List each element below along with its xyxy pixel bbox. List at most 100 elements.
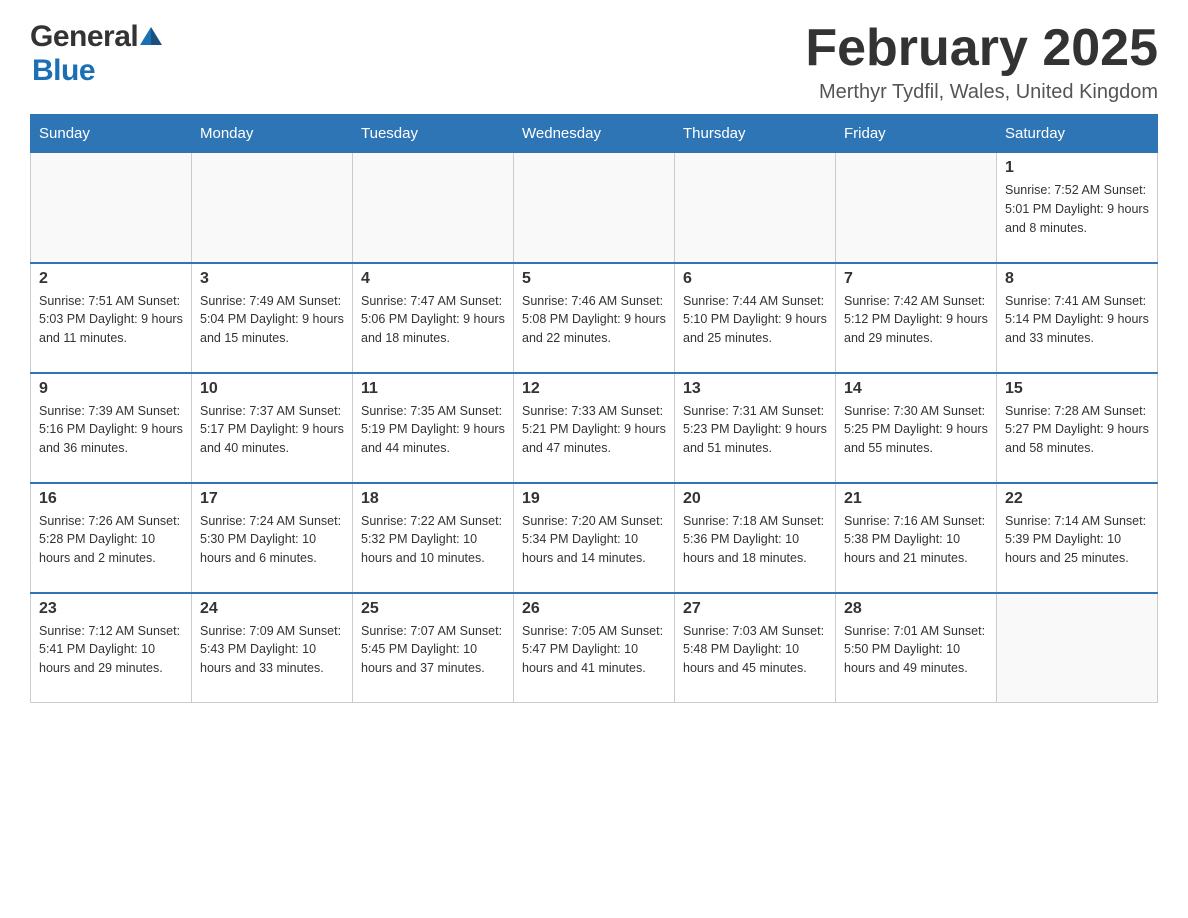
day-header-sunday: Sunday [31, 115, 192, 153]
day-number: 27 [683, 600, 827, 618]
calendar-cell: 14 Sunrise: 7:30 AM Sunset: 5:25 PM Dayli… [836, 373, 997, 483]
day-number: 16 [39, 490, 183, 508]
day-info: Sunrise: 7:39 AM Sunset: 5:16 PM Dayligh… [39, 402, 183, 458]
day-info: Sunrise: 7:01 AM Sunset: 5:50 PM Dayligh… [844, 622, 988, 678]
calendar-cell: 18 Sunrise: 7:22 AM Sunset: 5:32 PM Dayli… [353, 483, 514, 593]
logo-arrows [140, 29, 162, 45]
day-number: 25 [361, 600, 505, 618]
calendar-cell: 19Sunrise: 7:20 AM Sunset: 5:34 PM Dayli… [514, 483, 675, 593]
day-number: 20 [683, 490, 827, 508]
calendar-week-row: 1 Sunrise: 7:52 AM Sunset: 5:01 PM Daylig… [31, 153, 1158, 263]
calendar-cell [31, 153, 192, 263]
day-number: 24 [200, 600, 344, 618]
logo-arrow-dark [151, 27, 162, 45]
calendar-cell: 17 Sunrise: 7:24 AM Sunset: 5:30 PM Dayli… [192, 483, 353, 593]
calendar-cell [997, 593, 1158, 703]
day-number: 11 [361, 380, 505, 398]
day-info: Sunrise: 7:51 AM Sunset: 5:03 PM Dayligh… [39, 292, 183, 348]
day-number: 23 [39, 600, 183, 618]
day-info: Sunrise: 7:26 AM Sunset: 5:28 PM Dayligh… [39, 512, 183, 568]
day-number: 21 [844, 490, 988, 508]
calendar-cell [514, 153, 675, 263]
calendar-cell: 22Sunrise: 7:14 AM Sunset: 5:39 PM Dayli… [997, 483, 1158, 593]
day-number: 5 [522, 270, 666, 288]
calendar-cell: 5 Sunrise: 7:46 AM Sunset: 5:08 PM Daylig… [514, 263, 675, 373]
calendar-cell: 23 Sunrise: 7:12 AM Sunset: 5:41 PM Dayli… [31, 593, 192, 703]
logo: General Blue [30, 20, 162, 88]
day-header-tuesday: Tuesday [353, 115, 514, 153]
day-info: Sunrise: 7:37 AM Sunset: 5:17 PM Dayligh… [200, 402, 344, 458]
calendar-cell: 6 Sunrise: 7:44 AM Sunset: 5:10 PM Daylig… [675, 263, 836, 373]
calendar-cell: 12 Sunrise: 7:33 AM Sunset: 5:21 PM Dayli… [514, 373, 675, 483]
calendar-cell [836, 153, 997, 263]
day-number: 6 [683, 270, 827, 288]
calendar-cell: 1 Sunrise: 7:52 AM Sunset: 5:01 PM Daylig… [997, 153, 1158, 263]
day-info: Sunrise: 7:03 AM Sunset: 5:48 PM Dayligh… [683, 622, 827, 678]
calendar-cell: 10Sunrise: 7:37 AM Sunset: 5:17 PM Dayli… [192, 373, 353, 483]
day-info: Sunrise: 7:35 AM Sunset: 5:19 PM Dayligh… [361, 402, 505, 458]
day-number: 26 [522, 600, 666, 618]
day-info: Sunrise: 7:52 AM Sunset: 5:01 PM Dayligh… [1005, 181, 1149, 237]
day-info: Sunrise: 7:12 AM Sunset: 5:41 PM Dayligh… [39, 622, 183, 678]
calendar-cell: 4 Sunrise: 7:47 AM Sunset: 5:06 PM Daylig… [353, 263, 514, 373]
calendar-cell: 21 Sunrise: 7:16 AM Sunset: 5:38 PM Dayli… [836, 483, 997, 593]
day-info: Sunrise: 7:20 AM Sunset: 5:34 PM Dayligh… [522, 512, 666, 568]
calendar-cell: 9 Sunrise: 7:39 AM Sunset: 5:16 PM Daylig… [31, 373, 192, 483]
day-number: 7 [844, 270, 988, 288]
calendar-week-row: 23 Sunrise: 7:12 AM Sunset: 5:41 PM Dayli… [31, 593, 1158, 703]
day-info: Sunrise: 7:22 AM Sunset: 5:32 PM Dayligh… [361, 512, 505, 568]
page-header: General Blue February 2025 Merthyr Tydfi… [30, 20, 1158, 104]
calendar-cell: 27 Sunrise: 7:03 AM Sunset: 5:48 PM Dayli… [675, 593, 836, 703]
day-header-thursday: Thursday [675, 115, 836, 153]
day-info: Sunrise: 7:24 AM Sunset: 5:30 PM Dayligh… [200, 512, 344, 568]
day-info: Sunrise: 7:33 AM Sunset: 5:21 PM Dayligh… [522, 402, 666, 458]
calendar-cell: 7Sunrise: 7:42 AM Sunset: 5:12 PM Daylig… [836, 263, 997, 373]
calendar-cell: 24 Sunrise: 7:09 AM Sunset: 5:43 PM Dayli… [192, 593, 353, 703]
day-number: 12 [522, 380, 666, 398]
day-info: Sunrise: 7:05 AM Sunset: 5:47 PM Dayligh… [522, 622, 666, 678]
day-info: Sunrise: 7:09 AM Sunset: 5:43 PM Dayligh… [200, 622, 344, 678]
day-number: 9 [39, 380, 183, 398]
day-info: Sunrise: 7:47 AM Sunset: 5:06 PM Dayligh… [361, 292, 505, 348]
title-section: February 2025 Merthyr Tydfil, Wales, Uni… [805, 20, 1158, 104]
day-number: 18 [361, 490, 505, 508]
day-info: Sunrise: 7:44 AM Sunset: 5:10 PM Dayligh… [683, 292, 827, 348]
calendar-cell: 13Sunrise: 7:31 AM Sunset: 5:23 PM Dayli… [675, 373, 836, 483]
calendar-week-row: 2 Sunrise: 7:51 AM Sunset: 5:03 PM Daylig… [31, 263, 1158, 373]
day-info: Sunrise: 7:30 AM Sunset: 5:25 PM Dayligh… [844, 402, 988, 458]
calendar-table: SundayMondayTuesdayWednesdayThursdayFrid… [30, 114, 1158, 703]
day-info: Sunrise: 7:28 AM Sunset: 5:27 PM Dayligh… [1005, 402, 1149, 458]
calendar-cell: 28Sunrise: 7:01 AM Sunset: 5:50 PM Dayli… [836, 593, 997, 703]
day-number: 15 [1005, 380, 1149, 398]
day-info: Sunrise: 7:49 AM Sunset: 5:04 PM Dayligh… [200, 292, 344, 348]
calendar-cell: 26 Sunrise: 7:05 AM Sunset: 5:47 PM Dayli… [514, 593, 675, 703]
day-number: 17 [200, 490, 344, 508]
day-number: 1 [1005, 159, 1149, 177]
logo-blue-text: Blue [32, 54, 95, 88]
day-number: 14 [844, 380, 988, 398]
day-info: Sunrise: 7:18 AM Sunset: 5:36 PM Dayligh… [683, 512, 827, 568]
day-header-monday: Monday [192, 115, 353, 153]
calendar-subtitle: Merthyr Tydfil, Wales, United Kingdom [805, 81, 1158, 104]
day-info: Sunrise: 7:41 AM Sunset: 5:14 PM Dayligh… [1005, 292, 1149, 348]
calendar-cell: 20 Sunrise: 7:18 AM Sunset: 5:36 PM Dayli… [675, 483, 836, 593]
calendar-cell [353, 153, 514, 263]
calendar-cell: 25Sunrise: 7:07 AM Sunset: 5:45 PM Dayli… [353, 593, 514, 703]
day-number: 2 [39, 270, 183, 288]
calendar-cell [675, 153, 836, 263]
calendar-week-row: 16 Sunrise: 7:26 AM Sunset: 5:28 PM Dayli… [31, 483, 1158, 593]
calendar-cell: 11 Sunrise: 7:35 AM Sunset: 5:19 PM Dayli… [353, 373, 514, 483]
calendar-header-row: SundayMondayTuesdayWednesdayThursdayFrid… [31, 115, 1158, 153]
day-header-wednesday: Wednesday [514, 115, 675, 153]
day-number: 4 [361, 270, 505, 288]
day-number: 3 [200, 270, 344, 288]
day-header-friday: Friday [836, 115, 997, 153]
day-info: Sunrise: 7:46 AM Sunset: 5:08 PM Dayligh… [522, 292, 666, 348]
day-number: 22 [1005, 490, 1149, 508]
calendar-cell: 16 Sunrise: 7:26 AM Sunset: 5:28 PM Dayli… [31, 483, 192, 593]
day-info: Sunrise: 7:16 AM Sunset: 5:38 PM Dayligh… [844, 512, 988, 568]
calendar-cell: 8 Sunrise: 7:41 AM Sunset: 5:14 PM Daylig… [997, 263, 1158, 373]
day-number: 13 [683, 380, 827, 398]
day-header-saturday: Saturday [997, 115, 1158, 153]
day-number: 8 [1005, 270, 1149, 288]
